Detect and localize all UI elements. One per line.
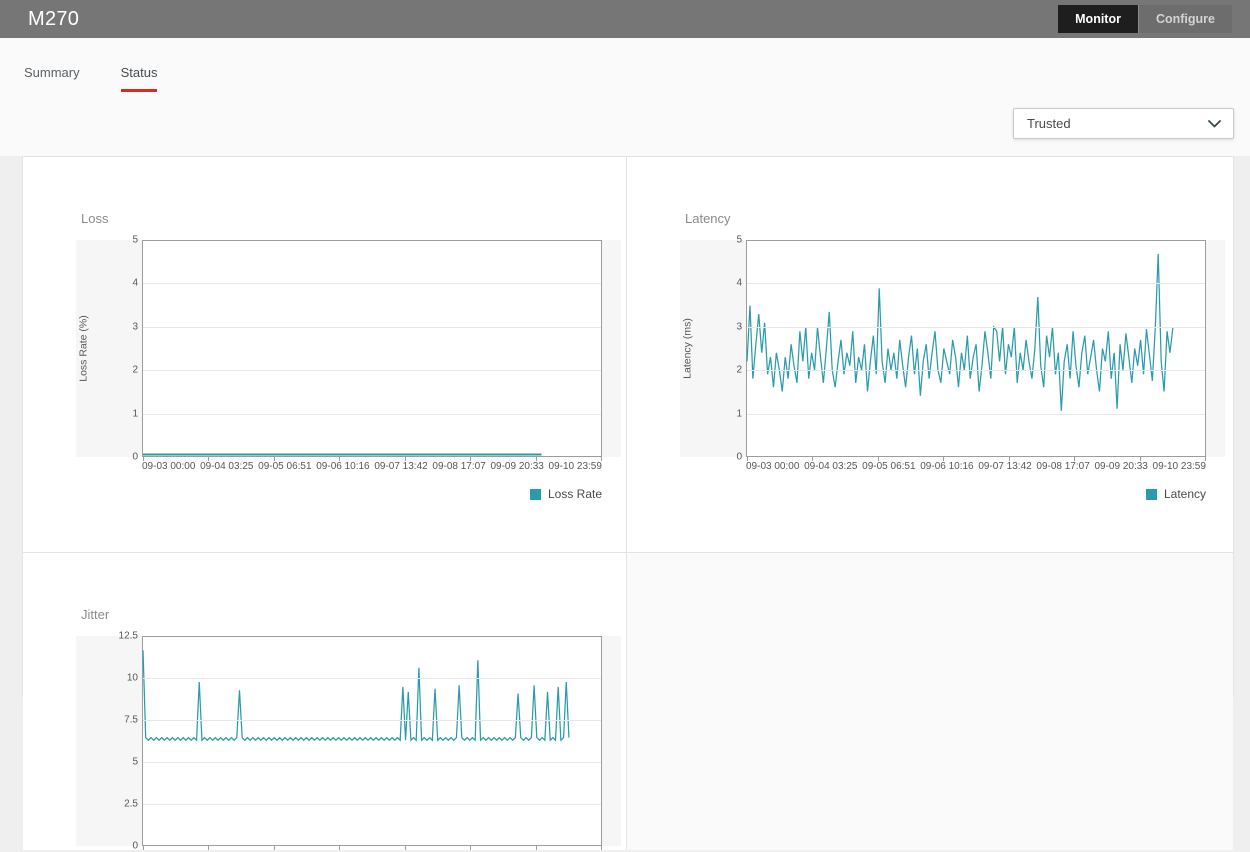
y-tick-label: 4 [736,278,742,289]
legend-label: Latency [1164,487,1206,501]
y-tick-label: 0 [132,841,138,852]
y-tick-label: 12.5 [119,631,138,642]
page-title: M270 [28,8,79,31]
x-tick-label: 09-10 23:59 [549,461,602,472]
latency-chart: Latency Latency (ms) 543210 09-03 00:000… [627,211,1233,501]
jitter-chart: Jitter 12.5 10 7.5 5 2.5 0 [23,607,626,850]
network-filter-dropdown[interactable]: Trusted [1013,108,1234,139]
y-tick-label: 1 [736,408,742,419]
x-tick-label: 09-09 20:33 [1094,461,1147,472]
x-tick-label: 09-06 10:16 [316,461,369,472]
plot-area [142,636,602,846]
x-tick-label: 09-03 00:00 [142,461,195,472]
y-tick-label: 1 [132,408,138,419]
x-tick-label: 09-08 17:07 [432,461,485,472]
y-tick-label: 2 [736,365,742,376]
y-tick-label: 0 [736,452,742,463]
chart-title: Latency [685,211,1233,226]
y-tick-label: 2.5 [124,799,138,810]
y-tick-label: 3 [736,321,742,332]
chart-title: Loss [81,211,626,226]
y-tick-label: 2 [132,365,138,376]
x-tick-label: 09-04 03:25 [200,461,253,472]
legend-swatch-icon [530,489,541,500]
chevron-down-icon [1208,120,1221,128]
x-tick-label: 09-05 06:51 [862,461,915,472]
x-tick-label: 09-07 13:42 [978,461,1031,472]
chart-title: Jitter [81,607,626,622]
chart-canvas: Latency (ms) 543210 [680,240,1225,457]
legend-item[interactable]: Loss Rate [142,487,602,501]
plot-area [142,240,602,457]
loss-chart: Loss Loss Rate (%) 543210 09-03 00:0009-… [23,211,626,501]
legend-label: Loss Rate [548,487,602,501]
plot-area [746,240,1206,457]
subheader: Summary Status Trusted [0,38,1250,156]
charts-grid: Loss Loss Rate (%) 543210 09-03 00:0009-… [22,156,1234,697]
y-tick-label: 10 [127,673,138,684]
dropdown-selected-value: Trusted [1027,116,1208,131]
configure-button[interactable]: Configure [1138,5,1232,33]
header-mode-buttons: Monitor Configure [1058,5,1232,33]
x-tick-label: 09-09 20:33 [490,461,543,472]
tab-summary[interactable]: Summary [24,65,80,92]
tab-status[interactable]: Status [121,65,158,92]
x-tick-label: 09-06 10:16 [920,461,973,472]
x-axis-labels: 09-03 00:00 09-04 03:25 09-05 06:51 09-06 1… [142,461,602,472]
chart-canvas: Loss Rate (%) 543210 [76,240,621,457]
empty-panel [627,553,1233,850]
y-tick-label: 5 [736,235,742,246]
monitor-button[interactable]: Monitor [1058,5,1138,33]
x-tick-label: 09-05 06:51 [258,461,311,472]
y-tick-label: 7.5 [124,715,138,726]
x-axis-labels: 09-03 00:00 09-04 03:25 09-05 06:51 09-06 1… [746,461,1206,472]
y-tick-label: 0 [132,452,138,463]
y-tick-label: 4 [132,278,138,289]
legend-item[interactable]: Latency [746,487,1206,501]
x-tick-label: 09-07 13:42 [374,461,427,472]
x-tick-label: 09-10 23:59 [1153,461,1206,472]
legend-swatch-icon [1146,489,1157,500]
loss-panel: Loss Loss Rate (%) 543210 09-03 00:0009-… [23,157,627,553]
x-tick-label: 09-03 00:00 [746,461,799,472]
chart-canvas: 12.5107.552.50 [76,636,621,846]
jitter-panel: Jitter 12.5 10 7.5 5 2.5 0 [23,553,627,850]
app-header: M270 Monitor Configure [0,0,1250,38]
y-tick-label: 5 [132,235,138,246]
latency-panel: Latency Latency (ms) 543210 09-03 00:000… [627,157,1233,553]
y-tick-label: 5 [132,757,138,768]
x-tick-label: 09-04 03:25 [804,461,857,472]
tab-bar: Summary Status [24,65,157,92]
y-tick-label: 3 [132,321,138,332]
x-tick-label: 09-08 17:07 [1036,461,1089,472]
